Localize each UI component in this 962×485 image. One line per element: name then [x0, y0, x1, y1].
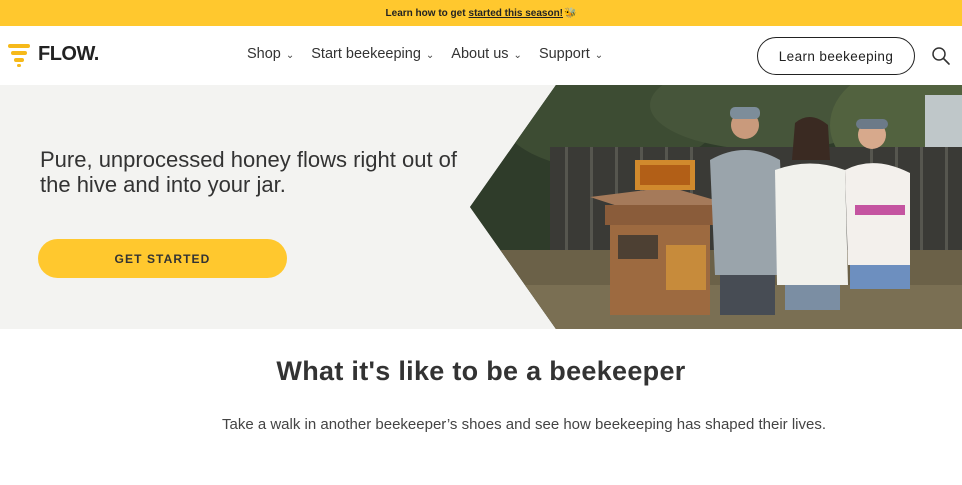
get-started-button[interactable]: GET STARTED — [38, 239, 287, 278]
announcement-text: Learn how to get — [385, 7, 466, 19]
nav-item-label: About us — [451, 46, 509, 62]
honey-flow-icon — [8, 41, 30, 67]
nav-item-label: Shop — [247, 46, 281, 62]
nav-item-label: Support — [538, 46, 590, 62]
chevron-down-icon: ⌄ — [425, 49, 435, 61]
nav-item-label: Start beekeeping — [311, 46, 421, 62]
nav-item-start-beekeeping[interactable]: Start beekeeping ⌄ — [311, 46, 434, 62]
chevron-down-icon: ⌄ — [513, 49, 522, 61]
search-icon[interactable] — [931, 46, 951, 66]
section-subtitle: Take a walk in another beekeeper’s shoes… — [221, 416, 826, 433]
hero-photo — [470, 85, 962, 329]
learn-beekeeping-button[interactable]: Learn beekeeping — [757, 37, 915, 75]
bee-icon: 🐝 — [564, 7, 577, 19]
nav-item-support[interactable]: Support ⌄ — [539, 46, 603, 62]
nav-menu: Shop ⌄ Start beekeeping ⌄ About us ⌄ Sup… — [247, 46, 620, 62]
flow-logo[interactable]: FLOW. — [8, 40, 99, 68]
chevron-down-icon: ⌄ — [285, 49, 295, 61]
brand-name: FLOW. — [38, 42, 99, 65]
hero-headline: Pure, unprocessed honey flows right out … — [40, 147, 458, 197]
chevron-down-icon: ⌄ — [594, 49, 604, 61]
section-title: What it's like to be a beekeeper — [276, 356, 686, 386]
nav-item-shop[interactable]: Shop ⌄ — [247, 46, 294, 62]
announcement-link[interactable]: started this season! — [469, 8, 563, 19]
main-nav: FLOW. Shop ⌄ Start beekeeping ⌄ About us… — [0, 26, 962, 85]
announcement-bar: Learn how to get started this season! 🐝 — [0, 0, 962, 26]
nav-item-about-us[interactable]: About us ⌄ — [451, 46, 522, 62]
hero-section: Pure, unprocessed honey flows right out … — [0, 85, 962, 329]
